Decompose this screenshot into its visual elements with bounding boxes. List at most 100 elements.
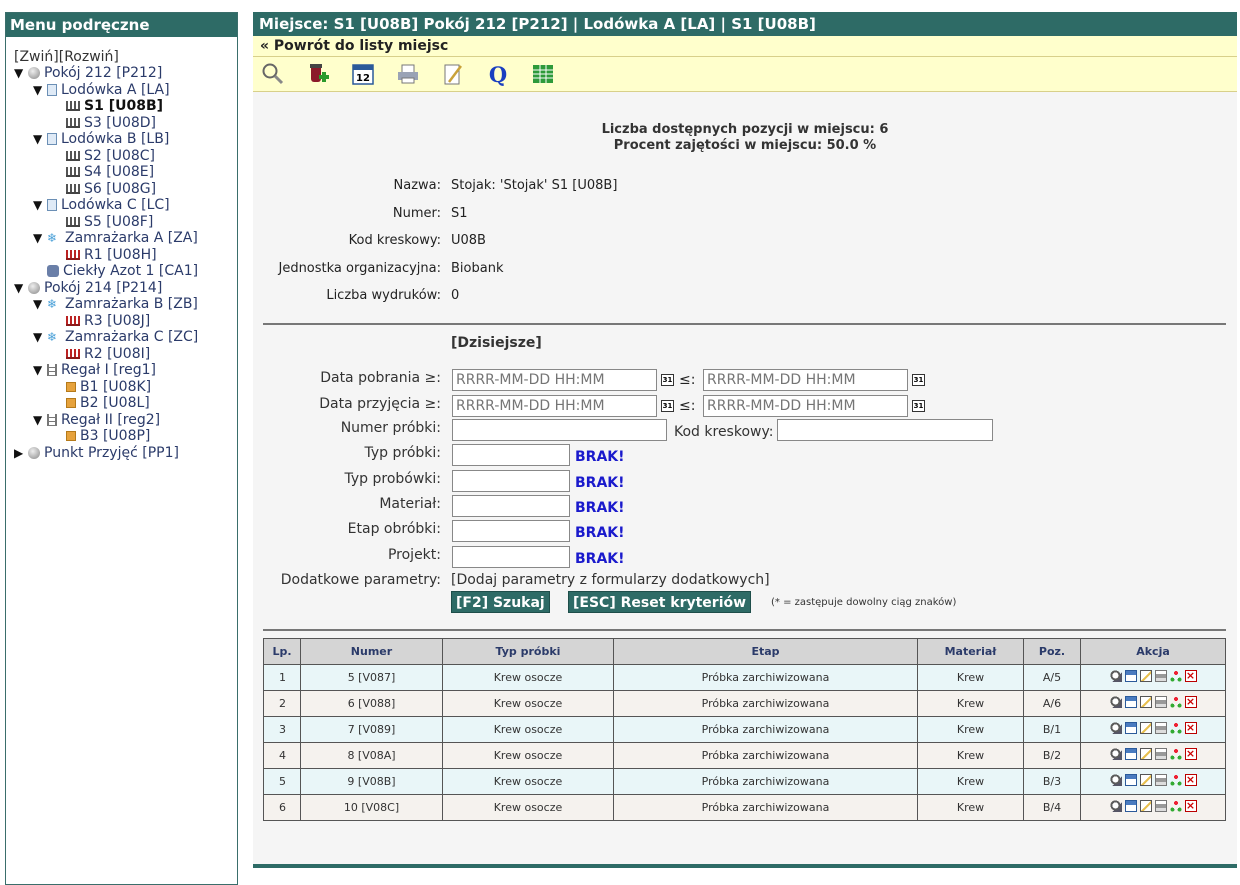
structure-icon[interactable] xyxy=(1169,722,1182,734)
material-input[interactable] xyxy=(452,495,570,517)
today-link[interactable]: [Dzisiejsze] xyxy=(451,335,542,351)
tree-node-label[interactable]: Regał I [reg1] xyxy=(61,362,156,379)
tree-node[interactable]: ▼ Lodówka A [LA] xyxy=(14,82,237,99)
col-number[interactable]: Numer xyxy=(300,638,443,665)
add-sample-icon[interactable] xyxy=(306,62,330,86)
delete-icon[interactable]: × xyxy=(1184,696,1197,708)
tree-node-label[interactable]: Lodówka B [LB] xyxy=(61,131,169,148)
table-row[interactable]: 37 [V089] Krew osocze Próbka zarchiwizowan… xyxy=(263,716,1226,743)
print-icon[interactable] xyxy=(1154,696,1167,708)
structure-icon[interactable] xyxy=(1169,774,1182,786)
tree-node-label[interactable]: R1 [U08H] xyxy=(84,247,157,264)
tube-type-brak[interactable]: BRAK! xyxy=(575,475,625,491)
delete-icon[interactable]: × xyxy=(1184,748,1197,760)
view-icon[interactable] xyxy=(1109,774,1122,786)
view-icon[interactable] xyxy=(1109,722,1122,734)
edit-icon[interactable] xyxy=(441,62,465,86)
date-received-from-calendar-icon[interactable]: 31 xyxy=(661,400,674,412)
tree-node-label[interactable]: Zamrażarka B [ZB] xyxy=(65,296,198,313)
sample-type-brak[interactable]: BRAK! xyxy=(575,449,625,465)
delete-icon[interactable]: × xyxy=(1184,722,1197,734)
date-collected-to-input[interactable] xyxy=(703,369,908,391)
collapse-icon[interactable]: ▼ xyxy=(33,82,47,99)
calendar-icon[interactable] xyxy=(1124,722,1137,734)
add-extra-params-link[interactable]: [Dodaj parametry z formularzy dodatkowyc… xyxy=(451,572,770,588)
collapse-all-link[interactable]: [Zwiń] xyxy=(14,49,59,65)
calendar-icon[interactable] xyxy=(1124,670,1137,682)
tree-node-label[interactable]: B3 [U08P] xyxy=(80,428,150,445)
tree-node[interactable]: B3 [U08P] xyxy=(14,428,237,445)
tree-node[interactable]: ▼ Lodówka B [LB] xyxy=(14,131,237,148)
tree-node-label[interactable]: Regał II [reg2] xyxy=(61,412,160,429)
edit-icon[interactable] xyxy=(1139,696,1152,708)
sample-type-input[interactable] xyxy=(452,444,570,466)
tree-node[interactable]: ▼ ❄ Zamrażarka B [ZB] xyxy=(14,296,237,313)
spreadsheet-icon[interactable] xyxy=(531,62,555,86)
sample-number-input[interactable] xyxy=(452,419,667,441)
tree-node-label[interactable]: B1 [U08K] xyxy=(80,379,151,396)
search-icon[interactable] xyxy=(261,62,285,86)
tree-node[interactable]: ▼ ❄ Zamrażarka A [ZA] xyxy=(14,230,237,247)
collapse-icon[interactable]: ▼ xyxy=(14,65,28,82)
date-collected-to-calendar-icon[interactable]: 31 xyxy=(912,374,925,386)
tree-node[interactable]: S4 [U08E] xyxy=(14,164,237,181)
structure-icon[interactable] xyxy=(1169,800,1182,812)
collapse-icon[interactable]: ▼ xyxy=(33,296,47,313)
col-stage[interactable]: Etap xyxy=(613,638,918,665)
print-icon[interactable] xyxy=(396,62,420,86)
tree-node[interactable]: S1 [U08B] xyxy=(14,98,237,115)
tree-node[interactable]: ▼ Lodówka C [LC] xyxy=(14,197,237,214)
col-position[interactable]: Poz. xyxy=(1023,638,1081,665)
calendar-icon[interactable] xyxy=(1124,748,1137,760)
collapse-icon[interactable]: ▼ xyxy=(33,131,47,148)
edit-icon[interactable] xyxy=(1139,774,1152,786)
date-received-from-input[interactable] xyxy=(452,395,657,417)
tree-node[interactable]: ▼ ❄ Zamrażarka C [ZC] xyxy=(14,329,237,346)
date-collected-from-calendar-icon[interactable]: 31 xyxy=(661,374,674,386)
tree-node[interactable]: R3 [U08J] xyxy=(14,313,237,330)
tree-node[interactable]: S2 [U08C] xyxy=(14,148,237,165)
edit-icon[interactable] xyxy=(1139,800,1152,812)
processing-stage-input[interactable] xyxy=(452,520,570,542)
tree-node[interactable]: S6 [U08G] xyxy=(14,181,237,198)
edit-icon[interactable] xyxy=(1139,670,1152,682)
tree-node[interactable]: ▼ Pokój 212 [P212] xyxy=(14,65,237,82)
project-brak[interactable]: BRAK! xyxy=(575,551,625,567)
tree-node[interactable]: ▶ Punkt Przyjęć [PP1] xyxy=(14,445,237,462)
tree-node-label[interactable]: Ciekły Azot 1 [CA1] xyxy=(63,263,198,280)
collapse-icon[interactable]: ▼ xyxy=(33,329,47,346)
structure-icon[interactable] xyxy=(1169,670,1182,682)
collapse-icon[interactable]: ▼ xyxy=(33,230,47,247)
structure-icon[interactable] xyxy=(1169,748,1182,760)
collapse-icon[interactable]: ▼ xyxy=(14,280,28,297)
processing-stage-brak[interactable]: BRAK! xyxy=(575,525,625,541)
print-icon[interactable] xyxy=(1154,748,1167,760)
view-icon[interactable] xyxy=(1109,800,1122,812)
tree-node-label[interactable]: R2 [U08I] xyxy=(84,346,150,363)
view-icon[interactable] xyxy=(1109,696,1122,708)
edit-icon[interactable] xyxy=(1139,748,1152,760)
tree-node-label[interactable]: Zamrażarka C [ZC] xyxy=(65,329,198,346)
query-icon[interactable]: Q xyxy=(486,62,510,86)
collapse-icon[interactable]: ▼ xyxy=(33,362,47,379)
tube-type-input[interactable] xyxy=(452,470,570,492)
tree-node[interactable]: B1 [U08K] xyxy=(14,379,237,396)
calendar-icon[interactable] xyxy=(1124,774,1137,786)
print-icon[interactable] xyxy=(1154,722,1167,734)
view-icon[interactable] xyxy=(1109,748,1122,760)
view-icon[interactable] xyxy=(1109,670,1122,682)
calendar-icon[interactable]: 12 xyxy=(351,62,375,86)
expand-all-link[interactable]: [Rozwiń] xyxy=(59,49,119,65)
date-collected-from-input[interactable] xyxy=(452,369,657,391)
col-sample-type[interactable]: Typ próbki xyxy=(442,638,614,665)
tree-node-label[interactable]: Lodówka C [LC] xyxy=(61,197,170,214)
project-input[interactable] xyxy=(452,546,570,568)
tree-node-label[interactable]: S1 [U08B] xyxy=(84,98,163,115)
tree-node[interactable]: S3 [U08D] xyxy=(14,115,237,132)
tree-node[interactable]: ▼ Regał II [reg2] xyxy=(14,412,237,429)
tree-node[interactable]: ▼ Pokój 214 [P214] xyxy=(14,280,237,297)
tree-node-label[interactable]: Zamrażarka A [ZA] xyxy=(65,230,198,247)
material-brak[interactable]: BRAK! xyxy=(575,500,625,516)
table-row[interactable]: 59 [V08B] Krew osocze Próbka zarchiwizowan… xyxy=(263,768,1226,795)
edit-icon[interactable] xyxy=(1139,722,1152,734)
